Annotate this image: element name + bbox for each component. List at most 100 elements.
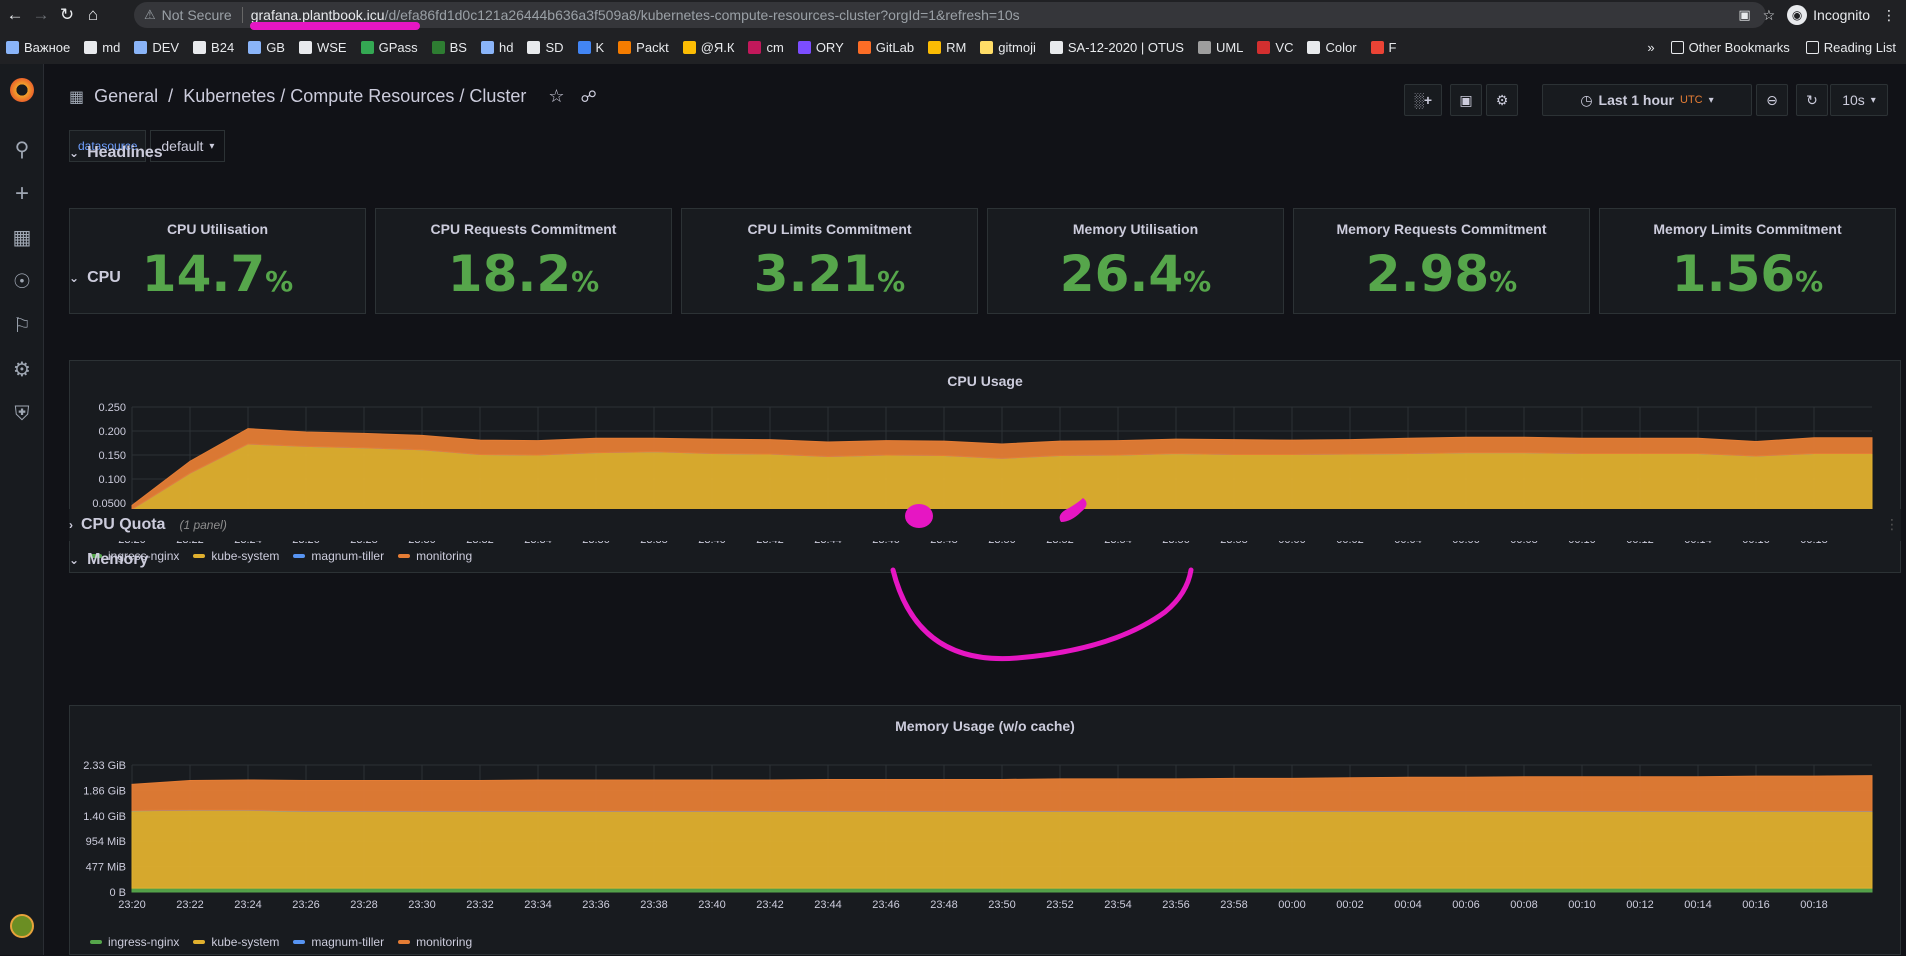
bookmark-item[interactable]: ORY [797, 40, 844, 55]
bookmark-item[interactable]: DEV [134, 40, 179, 55]
bookmark-icon [193, 40, 207, 54]
translate-icon[interactable]: ▣ [1738, 7, 1750, 23]
bookmark-item[interactable]: Color [1307, 39, 1357, 55]
configuration-icon[interactable]: ⚙ [11, 359, 33, 381]
home-icon[interactable]: ⌂ [80, 2, 106, 28]
bookmark-item[interactable]: UML [1197, 39, 1244, 55]
row-headlines[interactable]: ⌄ Headlines [69, 144, 163, 162]
security-label[interactable]: Not Secure [162, 7, 232, 23]
stat-unit: % [571, 265, 600, 298]
legend-swatch [398, 554, 411, 558]
stat-panel[interactable]: CPU Requests Commitment 18.2% [375, 208, 672, 314]
row-memory[interactable]: ⌄ Memory [69, 551, 148, 569]
stat-panel[interactable]: Memory Requests Commitment 2.98% [1293, 208, 1590, 314]
bookmark-item[interactable]: Важное [6, 40, 70, 55]
explore-icon[interactable]: ☉ [11, 271, 33, 293]
bookmark-item[interactable]: K [577, 40, 604, 55]
menu-icon[interactable]: ⋮ [1882, 7, 1896, 24]
legend-item[interactable]: magnum-tiller [293, 549, 384, 563]
legend-swatch [90, 940, 102, 944]
refresh-interval-picker[interactable]: 10s ▾ [1830, 84, 1888, 116]
series-area-monitoring[interactable] [131, 775, 1873, 812]
reload-icon[interactable]: ↻ [54, 2, 80, 28]
bookmark-item[interactable]: WSE [298, 40, 347, 55]
bookmark-item[interactable]: RM [928, 40, 966, 55]
legend-item[interactable]: monitoring [398, 549, 472, 563]
legend-item[interactable]: kube-system [193, 549, 279, 563]
refresh-button[interactable]: ↻ [1796, 84, 1828, 116]
zoom-out-button[interactable]: ⊖ [1756, 84, 1788, 116]
forward-icon[interactable]: → [28, 2, 54, 28]
url-host[interactable]: grafana.plantbook.icu [251, 7, 385, 23]
bookmark-item[interactable]: md [84, 40, 120, 55]
bookmarks-more-icon[interactable]: » [1647, 40, 1654, 55]
bookmark-item[interactable]: B24 [193, 40, 234, 55]
x-tick-label: 23:28 [350, 899, 378, 911]
row-cpu[interactable]: ⌄ CPU [69, 269, 121, 287]
bookmark-item[interactable]: hd [480, 40, 513, 55]
profile-button[interactable]: ◉ Incognito [1787, 5, 1870, 25]
bookmark-item[interactable]: GB [248, 40, 285, 55]
bookmark-item[interactable]: BS [431, 40, 467, 55]
other-bookmarks[interactable]: Other Bookmarks [1670, 40, 1790, 55]
stat-panel[interactable]: CPU Limits Commitment 3.21% [681, 208, 978, 314]
bookmark-item[interactable]: cm [748, 40, 784, 55]
stat-panel[interactable]: Memory Utilisation 26.4% [987, 208, 1284, 314]
bookmark-icon [360, 40, 374, 54]
search-icon[interactable]: ⚲ [11, 139, 33, 161]
legend-swatch [398, 940, 411, 944]
stat-title: Memory Limits Commitment [1653, 221, 1842, 237]
bookmark-item[interactable]: GitLab [857, 40, 914, 55]
grafana-logo-icon[interactable] [10, 78, 34, 102]
url-path[interactable]: /d/efa86fd1d0c121a26444b636a3f509a8/kube… [385, 7, 1020, 23]
user-avatar[interactable] [10, 914, 34, 938]
clock-icon: ◷ [1580, 91, 1593, 108]
legend-item[interactable]: monitoring [398, 935, 472, 949]
bookmark-item[interactable]: gitmoji [980, 40, 1036, 55]
dashboards-icon[interactable]: ▦ [11, 227, 33, 249]
warning-icon[interactable]: ⚠ [144, 7, 156, 23]
bookmark-item[interactable]: @Я.К [682, 40, 734, 55]
star-icon[interactable]: ☆ [548, 86, 564, 107]
legend-item[interactable]: kube-system [193, 935, 279, 949]
dashboard-title[interactable]: Kubernetes / Compute Resources / Cluster [183, 86, 526, 107]
bookmark-item[interactable]: VC [1257, 40, 1293, 55]
legend-item[interactable]: magnum-tiller [293, 935, 384, 949]
stat-panel[interactable]: Memory Limits Commitment 1.56% [1599, 208, 1896, 314]
stat-panel[interactable]: CPU Utilisation 14.7% [69, 208, 366, 314]
bookmark-star-icon[interactable]: ☆ [1763, 7, 1776, 24]
share-icon[interactable]: ☍ [581, 87, 597, 107]
stat-value-wrap: 1.56% [1600, 245, 1895, 303]
row-cpu-quota[interactable]: › CPU Quota (1 panel) ⋮ [69, 509, 1901, 541]
breadcrumb-folder[interactable]: General [94, 86, 158, 107]
stat-value-wrap: 3.21% [682, 245, 977, 303]
legend-item[interactable]: ingress-nginx [90, 935, 179, 949]
cpu-usage-panel[interactable]: CPU Usage 00.05000.1000.1500.2000.25023:… [69, 360, 1901, 573]
bookmark-icon [84, 40, 98, 54]
alerting-icon[interactable]: ⚐ [11, 315, 33, 337]
series-area-kube-system[interactable] [131, 809, 1873, 889]
bookmark-label: UML [1215, 39, 1244, 55]
y-tick-label: 954 MiB [86, 836, 126, 848]
stat-value: 18.2 [447, 245, 572, 303]
bookmark-item[interactable]: SA-12-2020 | OTUS [1049, 40, 1184, 55]
save-dashboard-button[interactable]: ▣ [1450, 84, 1482, 116]
reading-list[interactable]: Reading List [1805, 40, 1896, 55]
memory-usage-panel[interactable]: Memory Usage (w/o cache) 0 B 477 MiB 954 M… [69, 705, 1901, 955]
shield-icon[interactable]: ⛨ [11, 403, 33, 425]
back-icon[interactable]: ← [2, 2, 28, 28]
dashboard-settings-button[interactable]: ⚙ [1486, 84, 1518, 116]
y-tick-label: 0.200 [98, 426, 126, 438]
drag-handle-icon[interactable]: ⋮ [1885, 516, 1899, 533]
bookmark-icon [618, 40, 632, 54]
time-picker[interactable]: ◷ Last 1 hour UTC ▾ [1542, 84, 1752, 116]
bookmark-item[interactable]: SD [527, 40, 564, 55]
series-area-ingress-nginx[interactable] [131, 887, 1873, 893]
bookmark-item[interactable]: GPass [360, 40, 418, 55]
add-panel-button[interactable]: ░+ [1404, 84, 1442, 116]
bookmark-icon [431, 40, 445, 54]
bookmark-label: Color [1325, 39, 1357, 55]
create-icon[interactable]: + [11, 182, 33, 206]
bookmark-item[interactable]: F [1370, 40, 1397, 55]
bookmark-item[interactable]: Packt [618, 40, 669, 55]
